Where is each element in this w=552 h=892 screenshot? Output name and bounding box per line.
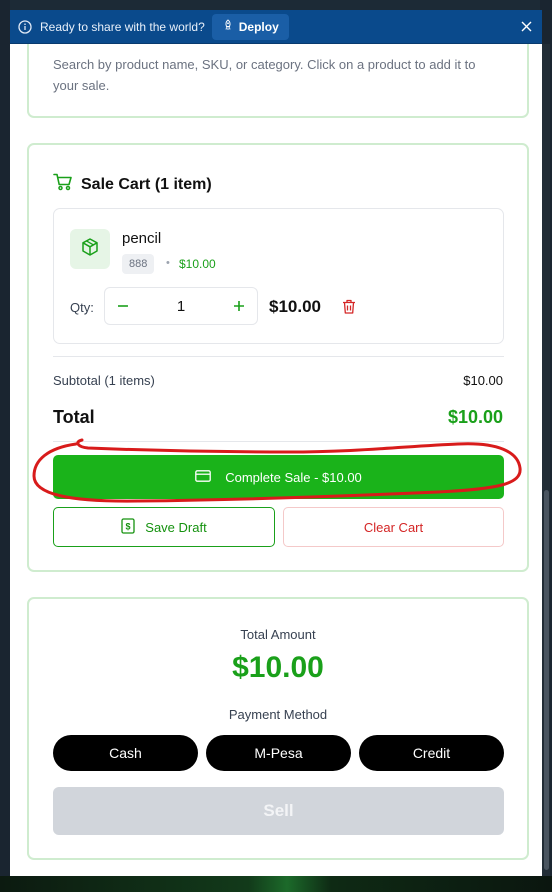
deploy-button[interactable]: Deploy [211, 13, 289, 40]
sell-button[interactable]: Sell [53, 787, 504, 835]
item-name: pencil [122, 230, 162, 247]
deploy-label: Deploy [238, 19, 279, 34]
total-label: Total [53, 407, 95, 427]
clear-cart-label: Clear Cart [363, 519, 424, 535]
dollar-bill-icon: $ [121, 517, 135, 537]
divider [53, 356, 504, 357]
save-draft-label: Save Draft [145, 519, 207, 535]
quantity-stepper: 1 [104, 287, 258, 325]
subtotal-value: $10.00 [463, 373, 503, 388]
total-value: $10.00 [447, 407, 503, 427]
total-amount-value: $10.00 [232, 651, 324, 684]
sale-cart-card: Sale Cart (1 item) pencil 888 • $10.00 Q… [27, 143, 529, 572]
payment-card: Total Amount $10.00 Payment Method Cash … [27, 597, 529, 860]
payment-method-cash-button[interactable]: Cash [53, 735, 198, 771]
payment-method-label: Payment Method [228, 707, 328, 722]
sku-badge: 888 [122, 254, 155, 274]
svg-text:$: $ [126, 521, 131, 531]
shopping-cart-icon [53, 173, 73, 196]
divider [53, 441, 504, 442]
package-icon [80, 237, 100, 262]
rocket-icon [222, 19, 234, 34]
pos-page: Search by product name, SKU, or category… [10, 44, 542, 876]
product-search-card: Search by product name, SKU, or category… [27, 44, 529, 118]
total-amount-label: Total Amount [240, 627, 316, 642]
complete-sale-label: Complete Sale - $10.00 [225, 469, 362, 485]
product-icon-box [70, 229, 110, 269]
scrollbar-thumb[interactable] [544, 490, 549, 870]
qty-label: Qty: [70, 300, 94, 315]
separator-dot: • [166, 257, 170, 269]
quantity-value[interactable]: 1 [141, 298, 221, 315]
subtotal-label: Subtotal (1 items) [53, 373, 155, 388]
cart-title: Sale Cart (1 item) [81, 175, 212, 193]
info-icon [17, 19, 33, 35]
item-unit-price: $10.00 [179, 257, 216, 271]
item-line-total: $10.00 [269, 297, 321, 316]
trash-icon[interactable] [340, 297, 358, 315]
payment-method-credit-button[interactable]: Credit [359, 735, 504, 771]
search-description: Search by product name, SKU, or category… [53, 57, 476, 93]
cart-header: Sale Cart (1 item) [53, 173, 212, 196]
credit-card-icon [195, 469, 212, 485]
payment-method-mpesa-button[interactable]: M-Pesa [206, 735, 351, 771]
clear-cart-button[interactable]: Clear Cart [283, 507, 504, 547]
cart-item: pencil 888 • $10.00 Qty: 1 $10.00 [53, 208, 504, 344]
increase-qty-button[interactable] [221, 288, 257, 324]
complete-sale-button[interactable]: Complete Sale - $10.00 [53, 455, 504, 499]
deploy-banner: Ready to share with the world? Deploy [10, 10, 542, 44]
desktop-background-strip [0, 876, 552, 892]
window-left-edge [0, 0, 10, 892]
banner-message: Ready to share with the world? [40, 19, 205, 34]
close-icon[interactable] [519, 20, 533, 34]
decrease-qty-button[interactable] [105, 288, 141, 324]
save-draft-button[interactable]: $ Save Draft [53, 507, 275, 547]
